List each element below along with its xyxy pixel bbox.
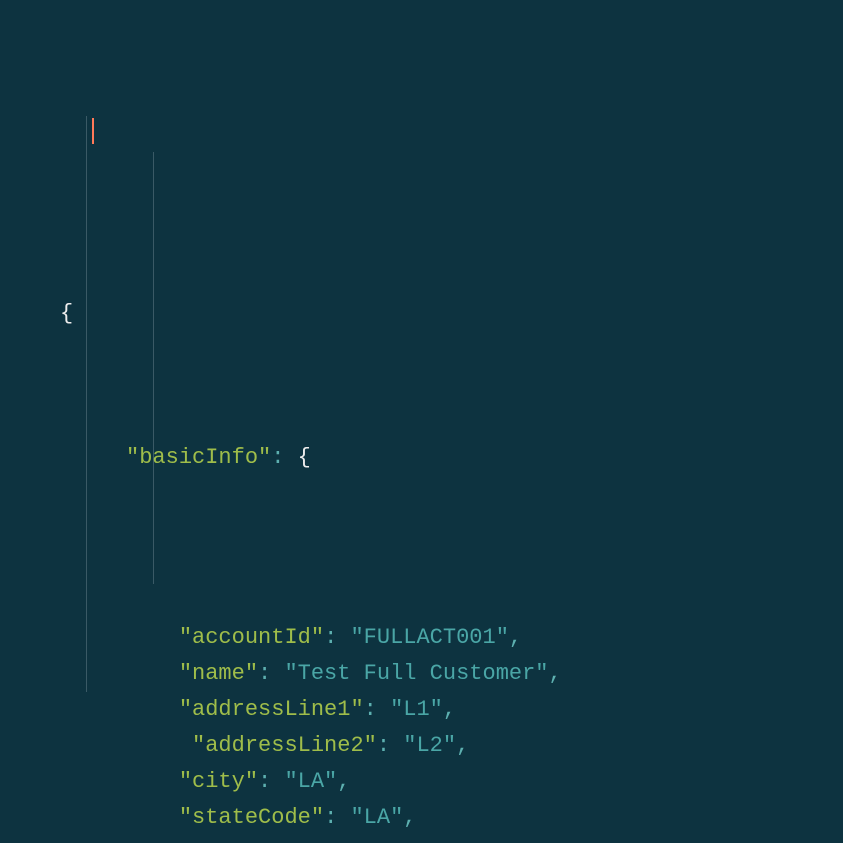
colon: : [377, 733, 403, 758]
code-line: "basicInfo": { [60, 440, 843, 476]
colon: : [271, 445, 297, 470]
comma: , [456, 733, 469, 758]
json-string: "Test Full Customer" [284, 661, 548, 686]
code-line: "addressLine2": "L2", [60, 728, 843, 764]
json-key: "city" [179, 769, 258, 794]
text-cursor [92, 118, 94, 144]
indent-guide [86, 116, 87, 692]
indent-guide [153, 152, 154, 584]
comma: , [443, 697, 456, 722]
comma: , [549, 661, 562, 686]
brace-open: { [298, 445, 311, 470]
code-line: "countryCode": "US", [60, 836, 843, 843]
colon: : [324, 625, 350, 650]
json-string: "FULLACT001" [350, 625, 508, 650]
colon: : [258, 661, 284, 686]
comma: , [337, 769, 350, 794]
code-line: "name": "Test Full Customer", [60, 656, 843, 692]
colon: : [364, 697, 390, 722]
json-key: "accountId" [179, 625, 324, 650]
code-line: { [60, 296, 843, 332]
code-line: "stateCode": "LA", [60, 800, 843, 836]
comma: , [509, 625, 522, 650]
code-line: "accountId": "FULLACT001", [60, 620, 843, 656]
json-key: "addressLine1" [179, 697, 364, 722]
json-string: "L1" [390, 697, 443, 722]
code-line: "addressLine1": "L1", [60, 692, 843, 728]
code-editor[interactable]: { "basicInfo": { "accountId": "FULLACT00… [0, 0, 843, 843]
json-key: "stateCode" [179, 805, 324, 830]
json-string: "LA" [284, 769, 337, 794]
json-string: "L2" [403, 733, 456, 758]
json-key: "name" [179, 661, 258, 686]
json-key: "addressLine2" [192, 733, 377, 758]
code-line: "city": "LA", [60, 764, 843, 800]
colon: : [324, 805, 350, 830]
colon: : [258, 769, 284, 794]
json-string: "LA" [350, 805, 403, 830]
json-key: "basicInfo" [126, 445, 271, 470]
brace-open: { [60, 301, 73, 326]
comma: , [403, 805, 416, 830]
